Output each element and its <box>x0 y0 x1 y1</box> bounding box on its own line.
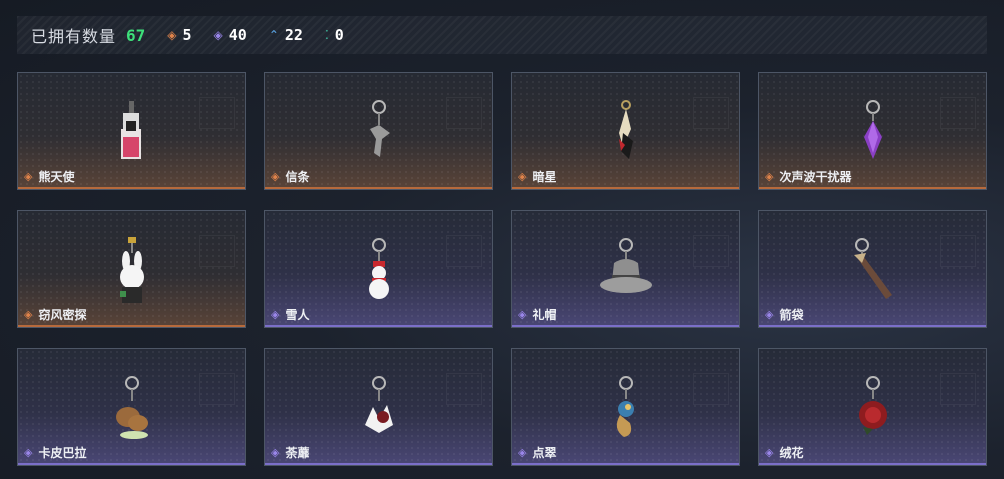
common-dots-icon: ⁚ <box>324 28 329 42</box>
charm-name: 荼蘼 <box>285 446 310 460</box>
card-decoration <box>693 97 729 129</box>
legendary-diamond-icon: ◈ <box>24 308 33 321</box>
rarity-count-common: ⁚ 0 <box>325 26 344 44</box>
charm-name: 熊天使 <box>38 170 75 184</box>
rare-chevron-icon: ⌃ <box>268 28 279 42</box>
charm-name: 绒花 <box>779 446 804 460</box>
charm-name: 箭袋 <box>779 308 804 322</box>
charm-card[interactable]: ◈ 礼帽 <box>511 210 740 328</box>
charm-card[interactable]: ◈ 熊天使 <box>17 72 246 190</box>
card-decoration <box>940 373 976 405</box>
card-decoration <box>199 373 235 405</box>
rarity-glow <box>759 463 986 465</box>
rarity-count-epic: ◈ 40 <box>214 26 247 44</box>
rarity-glow <box>759 325 986 327</box>
collection-summary-bar: 已拥有数量 67 ◈ 5 ◈ 40 ⌃ 22 ⁚ 0 <box>17 16 987 54</box>
card-decoration <box>940 97 976 129</box>
kingfisher-charm-icon <box>616 376 634 437</box>
card-decoration <box>940 235 976 267</box>
quiver-charm-icon <box>853 238 892 299</box>
rarity-glow <box>512 187 739 189</box>
rarity-count-rare: ⌃ 22 <box>269 26 303 44</box>
charm-card[interactable]: ◈ 雪人 <box>264 210 493 328</box>
rarity-glow <box>512 325 739 327</box>
charm-name-row: ◈ 荼蘼 <box>271 444 309 461</box>
charm-name: 窃风密探 <box>38 308 87 322</box>
legendary-diamond-icon: ◈ <box>518 170 527 183</box>
card-decoration <box>693 235 729 267</box>
epic-diamond-icon: ◈ <box>518 308 527 321</box>
legendary-count: 5 <box>182 26 192 44</box>
rarity-count-legendary: ◈ 5 <box>167 26 191 44</box>
charm-name-row: ◈ 窃风密探 <box>24 306 86 323</box>
tumi-flower-charm-icon <box>364 376 393 433</box>
charm-name-row: ◈ 次声波干扰器 <box>765 168 851 185</box>
rare-count: 22 <box>284 26 303 44</box>
epic-diamond-icon: ◈ <box>518 446 527 459</box>
capybara-charm-icon <box>115 376 148 439</box>
charm-card[interactable]: ◈ 信条 <box>264 72 493 190</box>
charm-card[interactable]: ◈ 绒花 <box>758 348 987 466</box>
card-decoration <box>446 97 482 129</box>
legendary-diamond-icon: ◈ <box>167 28 177 42</box>
charm-name: 雪人 <box>285 308 310 322</box>
charm-name-row: ◈ 信条 <box>271 168 309 185</box>
epic-diamond-icon: ◈ <box>765 308 774 321</box>
charm-card[interactable]: ◈ 卡皮巴拉 <box>17 348 246 466</box>
epic-diamond-icon: ◈ <box>765 446 774 459</box>
card-decoration <box>446 373 482 405</box>
charm-name: 卡皮巴拉 <box>38 446 87 460</box>
epic-diamond-icon: ◈ <box>24 446 33 459</box>
charm-name-row: ◈ 卡皮巴拉 <box>24 444 86 461</box>
rarity-glow <box>265 187 492 189</box>
charm-name: 礼帽 <box>532 308 557 322</box>
charm-name-row: ◈ 箭袋 <box>765 306 803 323</box>
owned-label: 已拥有数量 <box>31 27 117 46</box>
rarity-glow <box>18 463 245 465</box>
charm-name: 次声波干扰器 <box>779 170 852 184</box>
legendary-diamond-icon: ◈ <box>24 170 33 183</box>
epic-count: 40 <box>228 26 247 44</box>
charm-name: 暗星 <box>532 170 557 184</box>
charm-name-row: ◈ 熊天使 <box>24 168 74 185</box>
common-count: 0 <box>334 26 344 44</box>
infrasound-jammer-charm-icon <box>863 100 882 159</box>
card-decoration <box>199 97 235 129</box>
charm-card[interactable]: ◈ 荼蘼 <box>264 348 493 466</box>
charm-name-row: ◈ 礼帽 <box>518 306 556 323</box>
card-decoration <box>199 235 235 267</box>
rarity-glow <box>265 325 492 327</box>
legendary-diamond-icon: ◈ <box>271 170 280 183</box>
rarity-glow <box>759 187 986 189</box>
wind-thief-charm-icon <box>119 237 144 303</box>
epic-diamond-icon: ◈ <box>213 28 223 42</box>
epic-diamond-icon: ◈ <box>271 308 280 321</box>
charm-name-row: ◈ 绒花 <box>765 444 803 461</box>
rarity-glow <box>265 463 492 465</box>
charm-name-row: ◈ 雪人 <box>271 306 309 323</box>
charm-name-row: ◈ 点翠 <box>518 444 556 461</box>
charm-card[interactable]: ◈ 窃风密探 <box>17 210 246 328</box>
legendary-diamond-icon: ◈ <box>765 170 774 183</box>
charm-name: 点翠 <box>532 446 557 460</box>
epic-diamond-icon: ◈ <box>271 446 280 459</box>
velvet-flower-charm-icon <box>858 376 887 435</box>
charm-card[interactable]: ◈ 箭袋 <box>758 210 987 328</box>
owned-count: 67 <box>126 25 146 45</box>
top-hat-charm-icon <box>599 238 652 293</box>
creed-charm-icon <box>369 100 390 157</box>
card-decoration <box>693 373 729 405</box>
charm-name-row: ◈ 暗星 <box>518 168 556 185</box>
rarity-glow <box>512 463 739 465</box>
charm-card[interactable]: ◈ 次声波干扰器 <box>758 72 987 190</box>
snowman-charm-icon <box>368 238 389 299</box>
charm-card[interactable]: ◈ 暗星 <box>511 72 740 190</box>
rarity-glow <box>18 187 245 189</box>
rarity-glow <box>18 325 245 327</box>
dark-star-charm-icon <box>618 100 633 159</box>
charm-card[interactable]: ◈ 点翠 <box>511 348 740 466</box>
bear-angel-charm-icon <box>120 101 141 159</box>
card-decoration <box>446 235 482 267</box>
charm-name: 信条 <box>285 170 310 184</box>
